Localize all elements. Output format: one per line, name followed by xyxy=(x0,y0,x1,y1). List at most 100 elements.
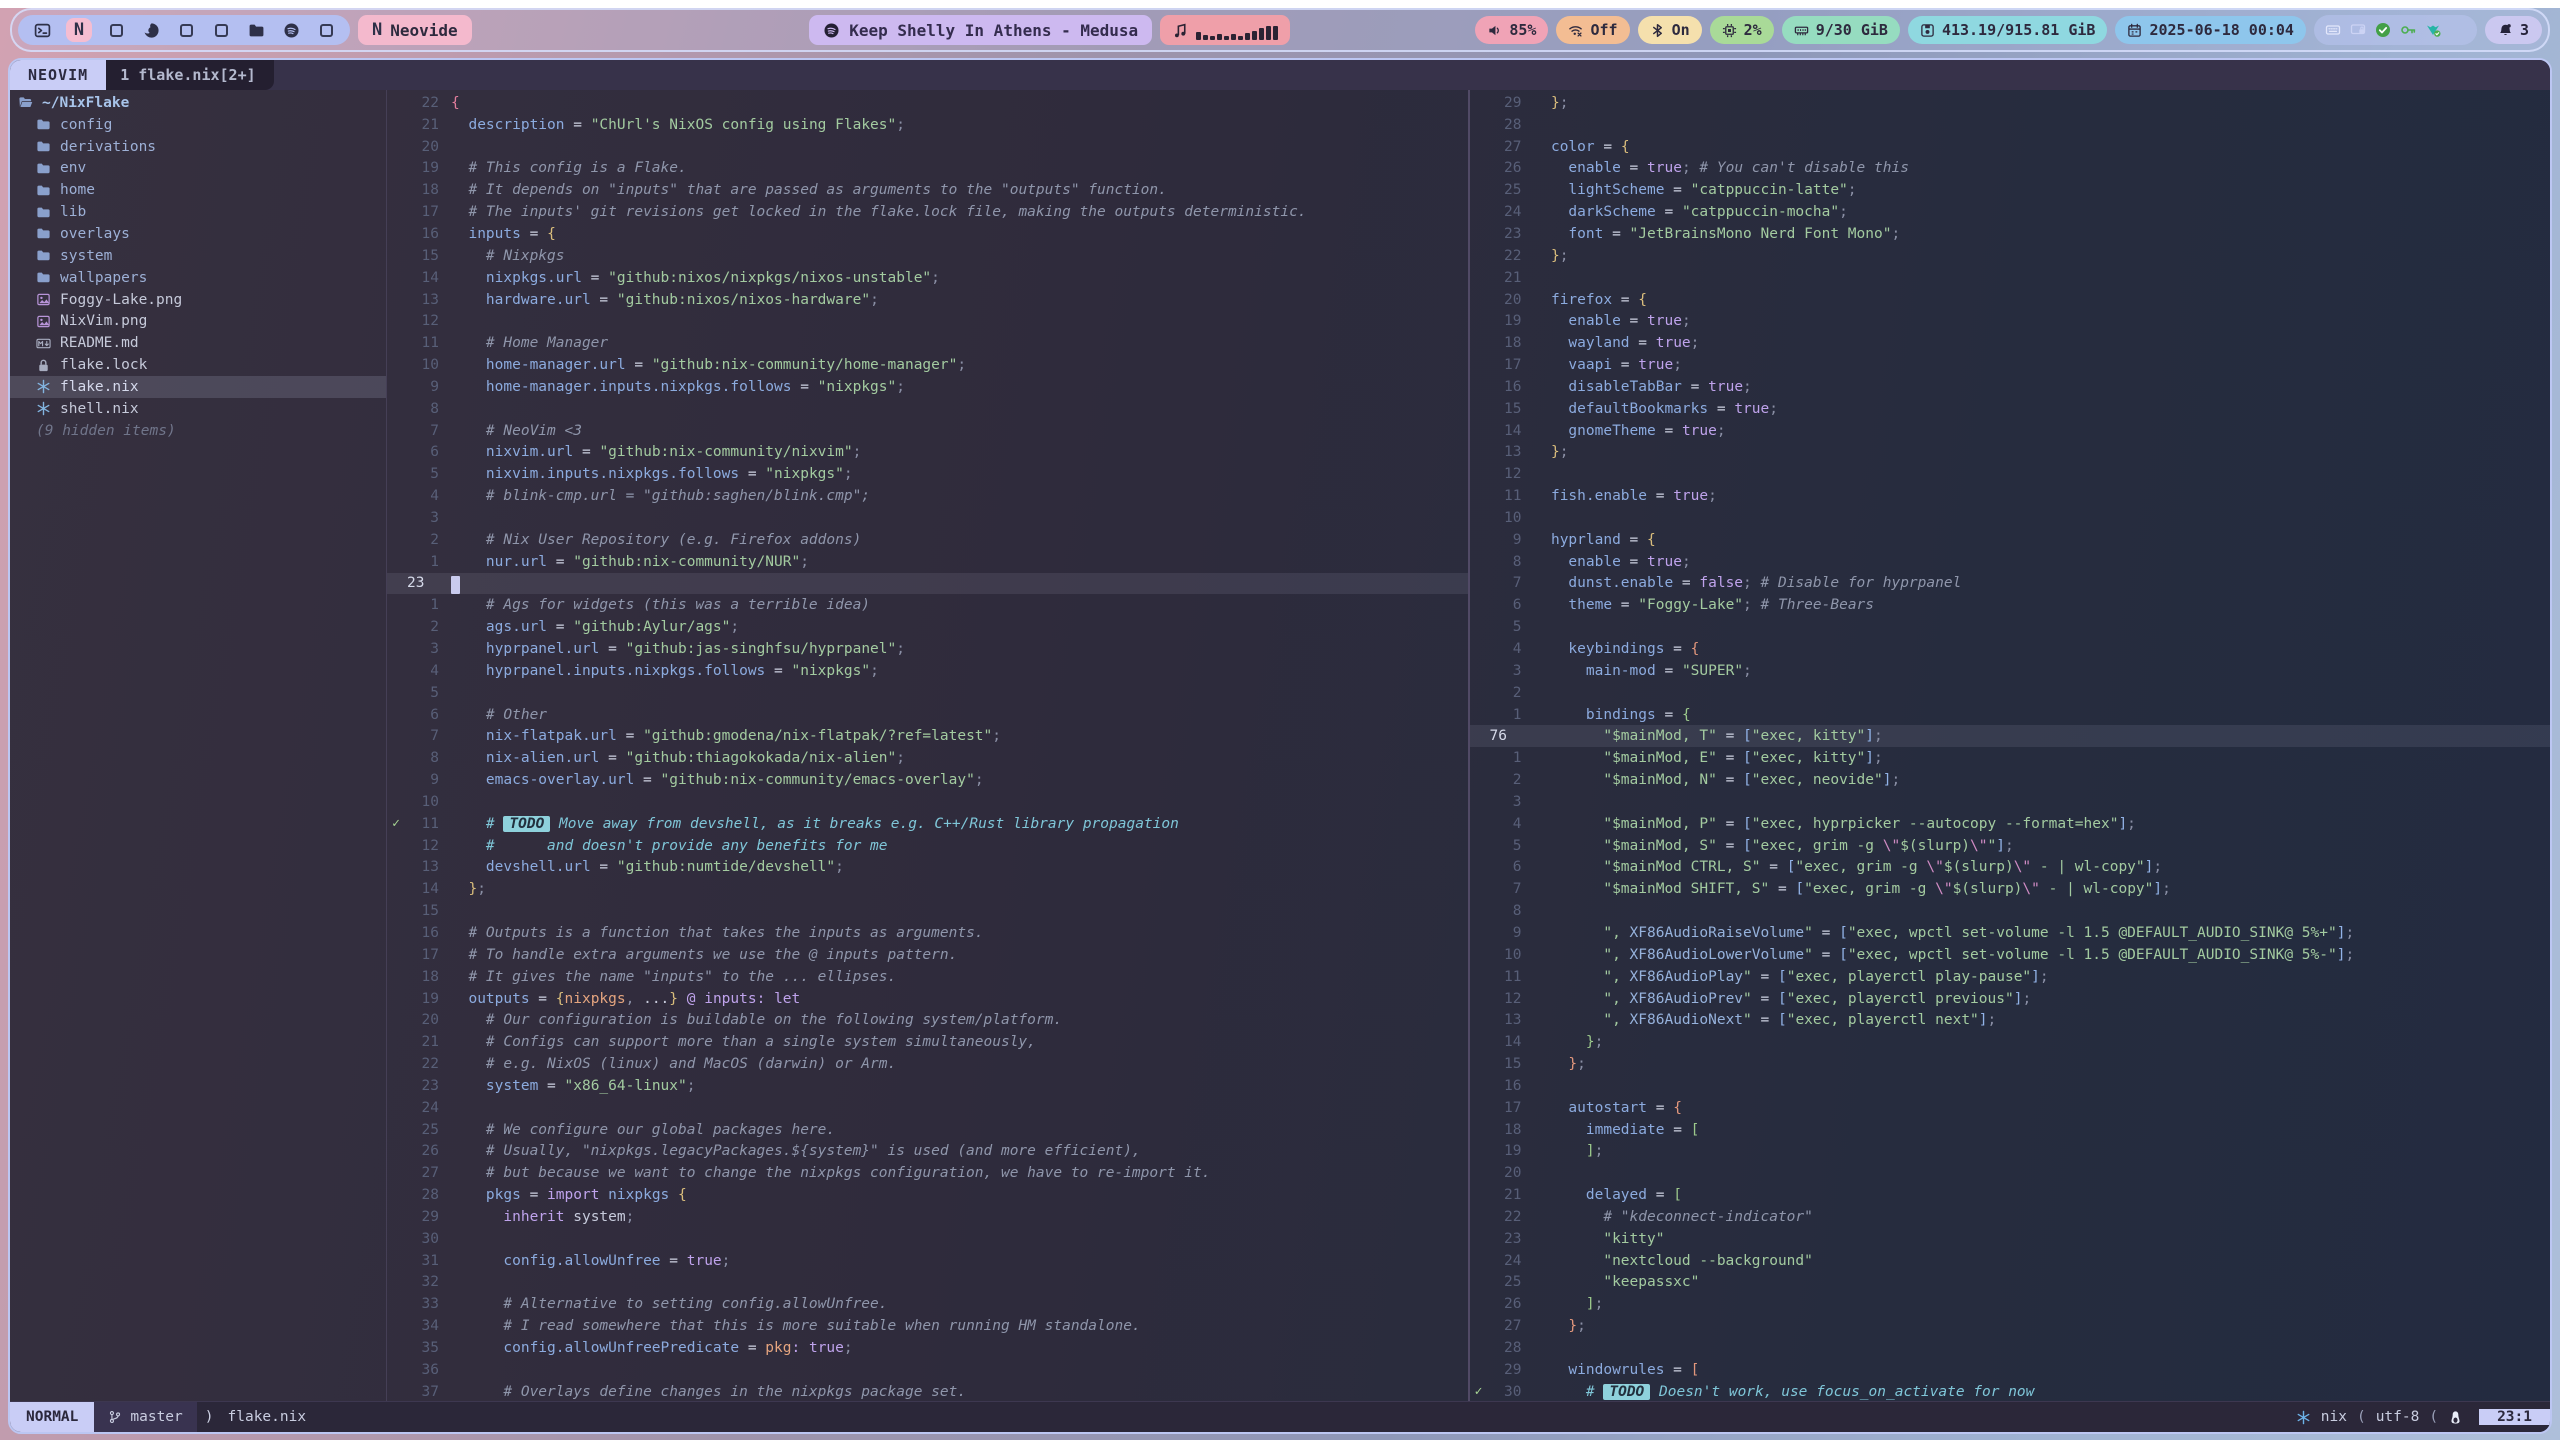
code-line[interactable]: 23 xyxy=(387,573,1468,595)
code-line[interactable]: 12 ", XF86AudioPrev" = ["exec, playerctl… xyxy=(1470,988,2551,1010)
code-line[interactable]: 34 # I read somewhere that this is more … xyxy=(387,1315,1468,1337)
workspace-1[interactable] xyxy=(31,18,53,42)
code-line[interactable]: 19 ]; xyxy=(1470,1141,2551,1163)
code-line[interactable]: 15 }; xyxy=(1470,1053,2551,1075)
sync-check-icon[interactable] xyxy=(2425,22,2441,38)
code-line[interactable]: 6 "$mainMod CTRL, S" = ["exec, grim -g \… xyxy=(1470,857,2551,879)
code-line[interactable]: 14 nixpkgs.url = "github:nixos/nixpkgs/n… xyxy=(387,267,1468,289)
code-line[interactable]: 31 config.allowUnfree = true; xyxy=(387,1250,1468,1272)
workspace-3[interactable] xyxy=(105,18,127,42)
code-line[interactable]: 7 # NeoVim <3 xyxy=(387,420,1468,442)
notifications-pill[interactable]: 3 xyxy=(2485,16,2542,44)
code-line[interactable]: 12 xyxy=(387,310,1468,332)
code-line[interactable]: 29 }; xyxy=(1470,92,2551,114)
tree-item-foggy-lake.png[interactable]: Foggy-Lake.png xyxy=(10,289,386,311)
tree-item-env[interactable]: env xyxy=(10,158,386,180)
tree-item-flake.nix[interactable]: flake.nix xyxy=(10,376,386,398)
code-line[interactable]: 18 # It gives the name "inputs" to the .… xyxy=(387,966,1468,988)
code-line[interactable]: 3 main-mod = "SUPER"; xyxy=(1470,660,2551,682)
code-line[interactable]: 35 config.allowUnfreePredicate = pkg: tr… xyxy=(387,1337,1468,1359)
code-line[interactable]: 20 firefox = { xyxy=(1470,289,2551,311)
code-line[interactable]: 21 description = "ChUrl's NixOS config u… xyxy=(387,114,1468,136)
code-line[interactable]: 18 # It depends on "inputs" that are pas… xyxy=(387,179,1468,201)
code-line[interactable]: 9 emacs-overlay.url = "github:nix-commun… xyxy=(387,769,1468,791)
code-line[interactable]: 24 darkScheme = "catppuccin-mocha"; xyxy=(1470,201,2551,223)
code-line[interactable]: 11 fish.enable = true; xyxy=(1470,485,2551,507)
code-line[interactable]: 8 enable = true; xyxy=(1470,551,2551,573)
tree-item-wallpapers[interactable]: wallpapers xyxy=(10,267,386,289)
code-line[interactable]: 5 "$mainMod, S" = ["exec, grim -g \"$(sl… xyxy=(1470,835,2551,857)
code-line[interactable]: 15 xyxy=(387,900,1468,922)
code-line[interactable]: 13 }; xyxy=(1470,442,2551,464)
code-line[interactable]: 22 # e.g. NixOS (linux) and MacOS (darwi… xyxy=(387,1053,1468,1075)
tree-item-lib[interactable]: lib xyxy=(10,201,386,223)
code-line[interactable]: 9 home-manager.inputs.nixpkgs.follows = … xyxy=(387,376,1468,398)
workspace-7[interactable] xyxy=(245,18,267,42)
clock-pill[interactable]: 2025-06-18 00:04 xyxy=(2115,16,2306,44)
key-icon[interactable] xyxy=(2400,22,2416,38)
code-line[interactable]: 76 "$mainMod, T" = ["exec, kitty"]; xyxy=(1470,725,2551,747)
code-line[interactable]: 13 hardware.url = "github:nixos/nixos-ha… xyxy=(387,289,1468,311)
code-line[interactable]: 7 "$mainMod SHIFT, S" = ["exec, grim -g … xyxy=(1470,878,2551,900)
code-line[interactable]: 14 gnomeTheme = true; xyxy=(1470,420,2551,442)
code-line[interactable]: 12 xyxy=(1470,463,2551,485)
tree-item-config[interactable]: config xyxy=(10,114,386,136)
code-line[interactable]: 3 xyxy=(1470,791,2551,813)
code-line[interactable]: 6 theme = "Foggy-Lake"; # Three-Bears xyxy=(1470,594,2551,616)
code-pane-right[interactable]: 29 };2827 color = {26 enable = true; # Y… xyxy=(1470,90,2551,1401)
code-line[interactable]: ✓30 # TODO Doesn't work, use focus_on_ac… xyxy=(1470,1381,2551,1401)
code-line[interactable]: 4 hyprpanel.inputs.nixpkgs.follows = "ni… xyxy=(387,660,1468,682)
code-line[interactable]: 23 font = "JetBrainsMono Nerd Font Mono"… xyxy=(1470,223,2551,245)
code-line[interactable]: 27 # but because we want to change the n… xyxy=(387,1162,1468,1184)
workspace-5[interactable] xyxy=(175,18,197,42)
code-line[interactable]: 14 }; xyxy=(387,878,1468,900)
code-line[interactable]: 16 # Outputs is a function that takes th… xyxy=(387,922,1468,944)
code-line[interactable]: 22 # "kdeconnect-indicator" xyxy=(1470,1206,2551,1228)
bluetooth-pill[interactable]: On xyxy=(1638,16,1702,44)
code-line[interactable]: 5 xyxy=(387,682,1468,704)
code-pane-left[interactable]: 22{21 description = "ChUrl's NixOS confi… xyxy=(387,90,1468,1401)
volume-pill[interactable]: 85% xyxy=(1475,16,1548,44)
code-line[interactable]: 4 "$mainMod, P" = ["exec, hyprpicker --a… xyxy=(1470,813,2551,835)
code-line[interactable]: 33 # Alternative to setting config.allow… xyxy=(387,1293,1468,1315)
code-line[interactable]: 32 xyxy=(387,1272,1468,1294)
code-line[interactable]: 19 outputs = {nixpkgs, ...} @ inputs: le… xyxy=(387,988,1468,1010)
code-line[interactable]: 29 inherit system; xyxy=(387,1206,1468,1228)
code-line[interactable]: 27 color = { xyxy=(1470,136,2551,158)
code-line[interactable]: 17 vaapi = true; xyxy=(1470,354,2551,376)
memory-pill[interactable]: 9/30 GiB xyxy=(1782,16,1900,44)
code-line[interactable]: 8 nix-alien.url = "github:thiagokokada/n… xyxy=(387,747,1468,769)
workspace-2[interactable]: N xyxy=(66,18,92,42)
code-line[interactable]: 28 xyxy=(1470,114,2551,136)
network-pill[interactable]: Off xyxy=(1556,16,1629,44)
code-line[interactable]: 36 xyxy=(387,1359,1468,1381)
code-line[interactable]: 5 nixvim.inputs.nixpkgs.follows = "nixpk… xyxy=(387,463,1468,485)
code-line[interactable]: 19 enable = true; xyxy=(1470,310,2551,332)
code-line[interactable]: 21 # Configs can support more than a sin… xyxy=(387,1031,1468,1053)
code-line[interactable]: 17 # To handle extra arguments we use th… xyxy=(387,944,1468,966)
music-pill[interactable]: Keep Shelly In Athens - Medusa xyxy=(809,15,1152,45)
code-line[interactable]: 24 "nextcloud --background" xyxy=(1470,1250,2551,1272)
screen-lock-icon[interactable] xyxy=(2350,22,2366,38)
code-line[interactable]: 18 wayland = true; xyxy=(1470,332,2551,354)
workspace-4[interactable] xyxy=(140,18,162,42)
code-line[interactable]: 17 autostart = { xyxy=(1470,1097,2551,1119)
tree-item-derivations[interactable]: derivations xyxy=(10,136,386,158)
code-line[interactable]: 14 }; xyxy=(1470,1031,2551,1053)
code-line[interactable]: ✓11 # TODO Move away from devshell, as i… xyxy=(387,813,1468,835)
code-line[interactable]: 13 devshell.url = "github:numtide/devshe… xyxy=(387,857,1468,879)
code-line[interactable]: 24 xyxy=(387,1097,1468,1119)
code-line[interactable]: 21 xyxy=(1470,267,2551,289)
code-line[interactable]: 30 xyxy=(387,1228,1468,1250)
code-line[interactable]: 27 }; xyxy=(1470,1315,2551,1337)
spotify-tray-icon[interactable] xyxy=(2450,22,2466,38)
code-line[interactable]: 7 dunst.enable = false; # Disable for hy… xyxy=(1470,573,2551,595)
code-line[interactable]: 16 disableTabBar = true; xyxy=(1470,376,2551,398)
code-line[interactable]: 7 nix-flatpak.url = "github:gmodena/nix-… xyxy=(387,725,1468,747)
workspace-9[interactable] xyxy=(315,18,337,42)
tree-item-overlays[interactable]: overlays xyxy=(10,223,386,245)
code-line[interactable]: 29 windowrules = [ xyxy=(1470,1359,2551,1381)
code-line[interactable]: 6 # Other xyxy=(387,704,1468,726)
code-line[interactable]: 26 enable = true; # You can't disable th… xyxy=(1470,158,2551,180)
code-line[interactable]: 19 # This config is a Flake. xyxy=(387,158,1468,180)
